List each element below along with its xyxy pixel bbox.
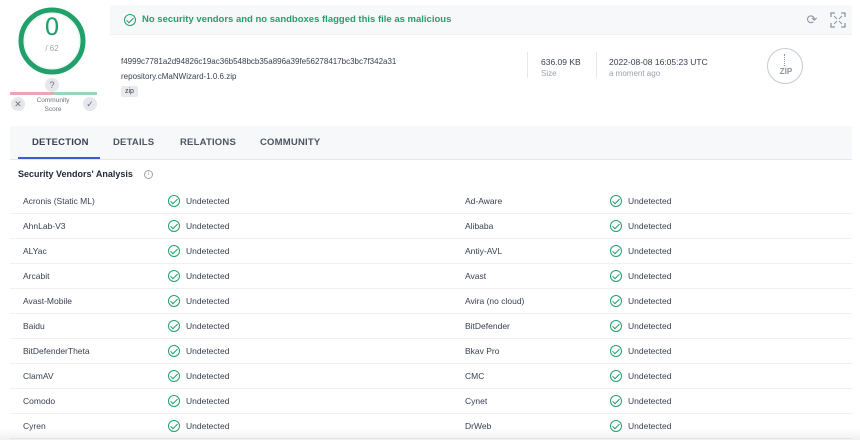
check-circle-icon <box>610 245 622 257</box>
table-row: BitDefenderTheta Undetected Bkav Pro Und… <box>10 339 852 364</box>
vendor-name: Arcabit <box>23 271 50 281</box>
zip-file-icon: ZIP <box>767 48 803 84</box>
vendor-status: Undetected <box>628 196 672 206</box>
vendor-name: Bkav Pro <box>465 346 500 356</box>
check-circle-icon <box>168 195 180 207</box>
vendor-name: Avast-Mobile <box>23 296 72 306</box>
vendor-name: Alibaba <box>465 221 494 231</box>
community-score-label: Community Score <box>36 97 70 113</box>
vendor-name: ClamAV <box>23 371 54 381</box>
active-tab-indicator <box>18 157 100 159</box>
analysis-date-relative: a moment ago <box>609 69 661 78</box>
status-banner: No security vendors and no sandboxes fla… <box>110 5 852 35</box>
detection-total: / 62 <box>45 44 59 53</box>
check-circle-icon <box>610 195 622 207</box>
zip-file-type-label: ZIP <box>779 67 793 76</box>
tab-details[interactable]: DETAILS <box>113 137 154 148</box>
vote-malicious-button[interactable]: ✕ <box>11 97 25 111</box>
table-row: Arcabit Undetected Avast Undetected <box>10 264 852 289</box>
analysis-date: 2022-08-08 16:05:23 UTC <box>609 57 708 67</box>
community-score-bar <box>10 92 97 95</box>
detection-count: 0 <box>44 13 60 41</box>
table-row: ALYac Undetected Antiy-AVL Undetected <box>10 239 852 264</box>
vendor-name: Baidu <box>23 321 45 331</box>
check-circle-icon <box>610 270 622 282</box>
tab-detection[interactable]: DETECTION <box>32 137 89 148</box>
vendor-status: Undetected <box>628 371 672 381</box>
vendor-status: Undetected <box>186 246 230 256</box>
file-size-label: Size <box>541 69 557 78</box>
check-circle-icon <box>168 270 180 282</box>
expand-icon[interactable] <box>829 11 847 29</box>
vendor-status: Undetected <box>628 346 672 356</box>
vendor-status: Undetected <box>628 246 672 256</box>
table-row: Acronis (Static ML) Undetected Ad-Aware … <box>10 189 852 214</box>
vendor-status: Undetected <box>186 321 230 331</box>
file-size: 636.09 KB <box>541 57 581 67</box>
check-circle-icon <box>610 295 622 307</box>
scroll-shadow <box>0 428 860 440</box>
check-circle-icon <box>168 220 180 232</box>
check-circle-icon <box>610 370 622 382</box>
vendor-status: Undetected <box>186 396 230 406</box>
tab-relations[interactable]: RELATIONS <box>180 137 236 148</box>
check-circle-icon <box>610 220 622 232</box>
vendor-name: AhnLab-V3 <box>23 221 66 231</box>
vendor-status: Undetected <box>186 371 230 381</box>
table-row: AhnLab-V3 Undetected Alibaba Undetected <box>10 214 852 239</box>
status-message: No security vendors and no sandboxes fla… <box>142 14 452 25</box>
check-circle-icon <box>168 320 180 332</box>
vendor-name: Acronis (Static ML) <box>23 196 95 206</box>
vendor-name: Avira (no cloud) <box>465 296 525 306</box>
vendor-status: Undetected <box>628 271 672 281</box>
tab-community[interactable]: COMMUNITY <box>260 137 320 148</box>
vendor-status: Undetected <box>186 221 230 231</box>
vendor-status: Undetected <box>628 396 672 406</box>
check-circle-icon <box>168 370 180 382</box>
vendor-status: Undetected <box>186 346 230 356</box>
vendor-status: Undetected <box>628 296 672 306</box>
table-row: Comodo Undetected Cynet Undetected <box>10 389 852 414</box>
check-circle-icon <box>168 295 180 307</box>
vendor-status: Undetected <box>628 321 672 331</box>
table-row: Baidu Undetected BitDefender Undetected <box>10 314 852 339</box>
check-circle-icon <box>124 14 136 26</box>
vendor-name: BitDefender <box>465 321 510 331</box>
table-row: ClamAV Undetected CMC Undetected <box>10 364 852 389</box>
tab-bar: DETECTION DETAILS RELATIONS COMMUNITY <box>10 126 852 160</box>
zipper-icon <box>784 54 787 66</box>
check-circle-icon <box>610 320 622 332</box>
vendor-name: Ad-Aware <box>465 196 503 206</box>
vendor-status: Undetected <box>186 196 230 206</box>
vote-harmless-button[interactable]: ✓ <box>83 97 97 111</box>
vendor-status: Undetected <box>186 296 230 306</box>
check-circle-icon <box>610 395 622 407</box>
vendor-name: BitDefenderTheta <box>23 346 90 356</box>
divider <box>596 52 597 78</box>
check-circle-icon <box>168 395 180 407</box>
vendor-name: Comodo <box>23 396 56 406</box>
vendor-status: Undetected <box>186 271 230 281</box>
section-title: Security Vendors' Analysis <box>18 169 133 179</box>
file-tag[interactable]: zip <box>121 86 138 97</box>
help-icon[interactable]: ? <box>45 78 59 92</box>
file-hash[interactable]: f4999c7781a2d94826c19ac36b548bcb35a896a3… <box>121 57 396 66</box>
check-circle-icon <box>168 245 180 257</box>
check-circle-icon <box>610 345 622 357</box>
vendor-name: Avast <box>465 271 487 281</box>
reload-icon[interactable]: ⟳ <box>804 12 820 28</box>
vendor-name: ALYac <box>23 246 47 256</box>
table-row: Avast-Mobile Undetected Avira (no cloud)… <box>10 289 852 314</box>
vendor-name: CMC <box>465 371 485 381</box>
check-circle-icon <box>168 345 180 357</box>
vendor-status: Undetected <box>628 221 672 231</box>
file-name: repository.cMaNWizard-1.0.6.zip <box>121 72 237 81</box>
divider <box>527 52 528 78</box>
vendor-name: Cynet <box>465 396 488 406</box>
vendor-name: Antiy-AVL <box>465 246 503 256</box>
info-icon[interactable]: i <box>144 170 153 179</box>
detection-score-ring: 0 / 62 <box>16 5 88 77</box>
